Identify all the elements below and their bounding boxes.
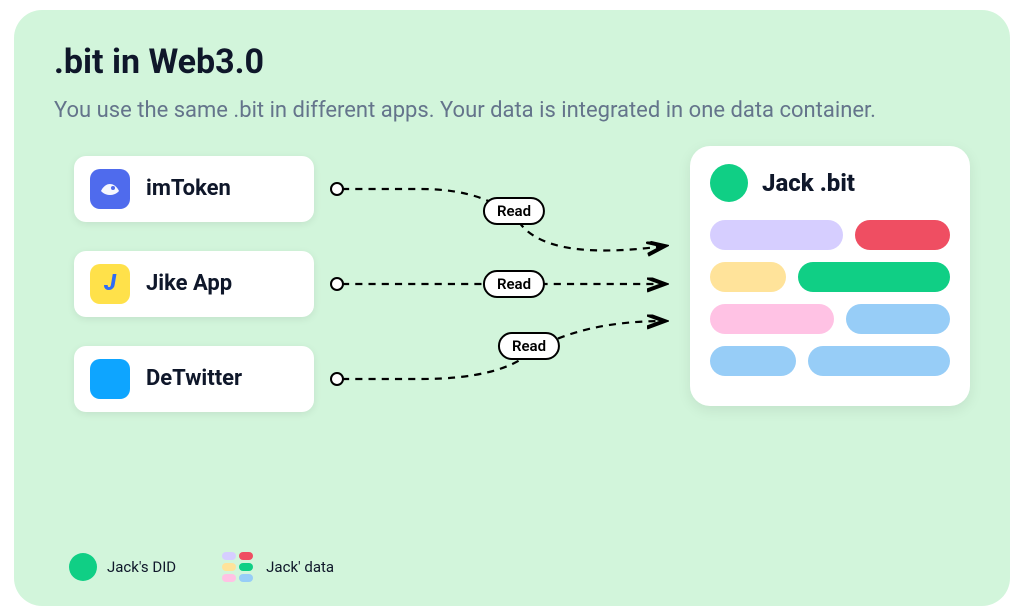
app-label: imToken bbox=[146, 176, 231, 201]
diagram-canvas: imToken J Jike App DeTwitter Read bbox=[54, 146, 970, 466]
legend-label: Jack' data bbox=[266, 558, 334, 576]
port-imtoken bbox=[330, 182, 344, 196]
data-bar bbox=[710, 346, 796, 376]
did-circle-icon bbox=[710, 164, 748, 202]
app-label: DeTwitter bbox=[146, 366, 242, 391]
data-bar bbox=[710, 304, 834, 334]
port-detwitter bbox=[330, 372, 344, 386]
data-bar bbox=[710, 262, 786, 292]
legend-label: Jack's DID bbox=[107, 558, 176, 576]
app-card-jike: J Jike App bbox=[74, 251, 314, 317]
jike-icon: J bbox=[90, 264, 130, 304]
detwitter-icon bbox=[90, 359, 130, 399]
data-bar bbox=[710, 220, 843, 250]
app-card-imtoken: imToken bbox=[74, 156, 314, 222]
data-container-card: Jack .bit bbox=[690, 146, 970, 406]
app-card-detwitter: DeTwitter bbox=[74, 346, 314, 412]
port-jike bbox=[330, 277, 344, 291]
data-bars bbox=[710, 220, 950, 376]
legend-data-icon bbox=[222, 552, 256, 582]
legend-item-data: Jack' data bbox=[222, 552, 334, 582]
diagram-panel: .bit in Web3.0 You use the same .bit in … bbox=[14, 10, 1010, 606]
edge-label-read: Read bbox=[483, 270, 545, 298]
did-circle-icon bbox=[69, 553, 97, 581]
data-bar bbox=[855, 220, 950, 250]
diagram-title: .bit in Web3.0 bbox=[54, 42, 970, 82]
imtoken-icon bbox=[90, 169, 130, 209]
data-bar bbox=[808, 346, 951, 376]
legend-item-did: Jack's DID bbox=[69, 553, 176, 581]
container-name: Jack .bit bbox=[762, 169, 855, 197]
legend: Jack's DID Jack' data bbox=[69, 552, 334, 582]
data-bar bbox=[846, 304, 951, 334]
app-label: Jike App bbox=[146, 271, 232, 296]
diagram-subtitle: You use the same .bit in different apps.… bbox=[54, 96, 934, 126]
edge-label-read: Read bbox=[498, 332, 560, 360]
edge-label-read: Read bbox=[483, 197, 545, 225]
data-bar bbox=[798, 262, 950, 292]
